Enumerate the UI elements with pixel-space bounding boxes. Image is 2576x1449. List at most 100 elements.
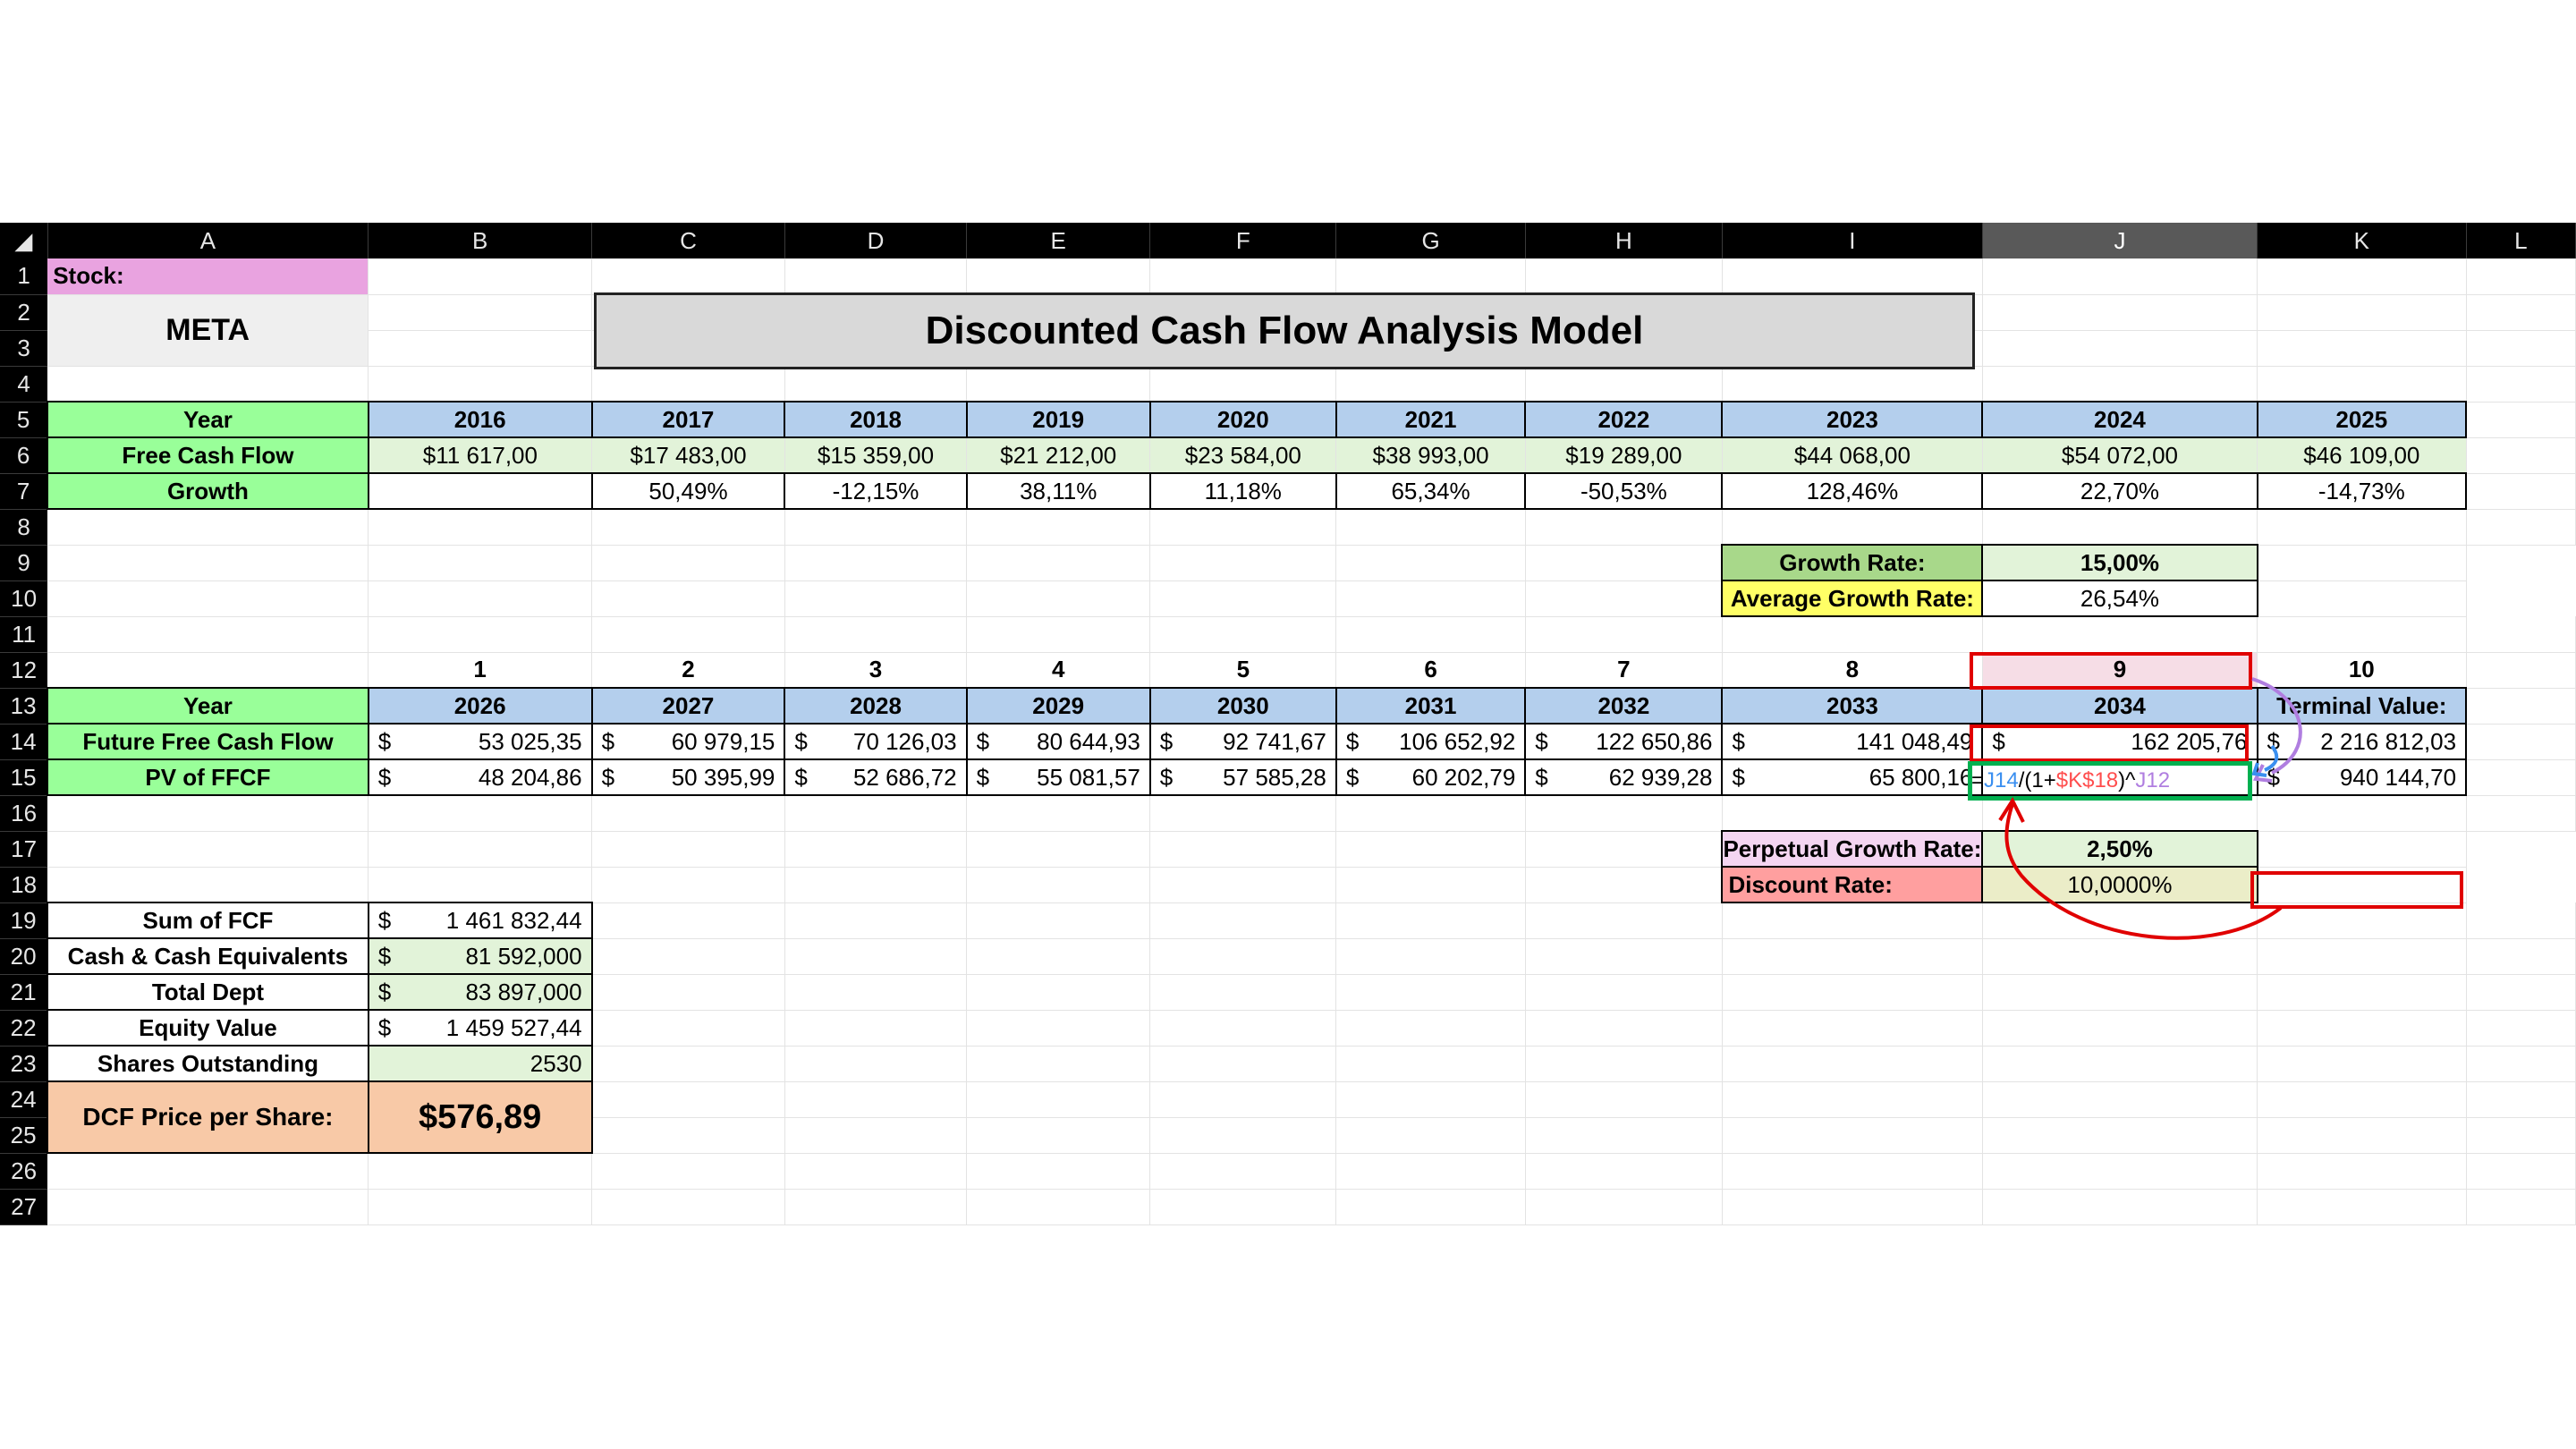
- row-header[interactable]: 20: [0, 938, 48, 975]
- cell[interactable]: [1722, 902, 1983, 939]
- cell[interactable]: [2257, 258, 2467, 295]
- cell[interactable]: [1335, 831, 1526, 868]
- ffcf-cell[interactable]: $60 979,15: [590, 723, 786, 760]
- cell[interactable]: [966, 616, 1151, 653]
- cell[interactable]: [784, 867, 968, 903]
- row-header[interactable]: 16: [0, 795, 48, 832]
- year-cell[interactable]: 2019: [965, 401, 1151, 438]
- cell[interactable]: [1149, 831, 1337, 868]
- year-cell[interactable]: 2020: [1148, 401, 1337, 438]
- cell[interactable]: [1335, 616, 1526, 653]
- cell[interactable]: [368, 616, 593, 653]
- terminal-value-label[interactable]: Terminal Value:: [2256, 687, 2468, 724]
- fcf-label[interactable]: Free Cash Flow: [47, 436, 369, 474]
- row-header[interactable]: 15: [0, 759, 48, 796]
- cell[interactable]: [2257, 1189, 2467, 1225]
- cell[interactable]: [1335, 1046, 1526, 1082]
- growth-cell[interactable]: 38,11%: [965, 472, 1151, 510]
- cell[interactable]: [1149, 545, 1337, 581]
- fcf-cell[interactable]: $15 359,00: [784, 437, 968, 474]
- cell[interactable]: [1335, 867, 1526, 903]
- cell[interactable]: [784, 902, 968, 939]
- col-header-b[interactable]: B: [368, 223, 593, 258]
- cell[interactable]: [784, 795, 968, 832]
- cell[interactable]: [591, 1153, 785, 1190]
- cell[interactable]: [2257, 1046, 2467, 1082]
- row-header[interactable]: 13: [0, 688, 48, 724]
- cell[interactable]: [1722, 258, 1983, 295]
- growth-cell[interactable]: 11,18%: [1148, 472, 1337, 510]
- period-cell[interactable]: 2: [591, 652, 785, 689]
- growth-rate-label[interactable]: Growth Rate:: [1721, 544, 1984, 581]
- cell[interactable]: [2257, 1081, 2467, 1118]
- cell[interactable]: [2466, 938, 2576, 975]
- cell[interactable]: [2257, 509, 2467, 546]
- year-label[interactable]: Year: [47, 401, 369, 438]
- cell[interactable]: [368, 1153, 593, 1190]
- row-header[interactable]: 2: [0, 294, 48, 331]
- cell[interactable]: [2466, 1081, 2576, 1118]
- cell[interactable]: [1722, 795, 1983, 832]
- cell[interactable]: [1982, 616, 2258, 653]
- cell[interactable]: [1149, 258, 1337, 295]
- cell[interactable]: [1525, 1153, 1723, 1190]
- cell[interactable]: [368, 867, 593, 903]
- fcf-cell[interactable]: $19 289,00: [1525, 437, 1723, 474]
- cell[interactable]: [591, 580, 785, 617]
- cell[interactable]: [1149, 867, 1337, 903]
- cell[interactable]: [966, 1010, 1151, 1046]
- cell[interactable]: [1982, 509, 2258, 546]
- col-header-a[interactable]: A: [47, 223, 369, 258]
- cell[interactable]: [47, 867, 369, 903]
- cell[interactable]: [2466, 1046, 2576, 1082]
- cell[interactable]: [1525, 580, 1723, 617]
- cell[interactable]: [591, 867, 785, 903]
- fcf-cell[interactable]: $46 109,00: [2257, 437, 2467, 474]
- perpetual-growth-value[interactable]: 2,50%: [1981, 830, 2258, 868]
- cell[interactable]: [47, 580, 369, 617]
- cell[interactable]: [1149, 1046, 1337, 1082]
- cell[interactable]: [1982, 294, 2258, 331]
- proj-year-cell[interactable]: 2032: [1524, 687, 1724, 724]
- cell[interactable]: [1722, 509, 1983, 546]
- row-header[interactable]: 7: [0, 473, 48, 510]
- cell[interactable]: [1982, 974, 2258, 1011]
- growth-cell[interactable]: 65,34%: [1335, 472, 1527, 510]
- growth-cell[interactable]: 50,49%: [590, 472, 786, 510]
- year-cell[interactable]: 2016: [367, 401, 593, 438]
- cash-label[interactable]: Cash & Cash Equivalents: [47, 937, 369, 975]
- cell[interactable]: [368, 258, 593, 295]
- cell[interactable]: [47, 795, 369, 832]
- row-header[interactable]: 21: [0, 974, 48, 1011]
- pv-cell[interactable]: $62 939,28: [1524, 758, 1724, 796]
- cell[interactable]: [1722, 616, 1983, 653]
- cell[interactable]: [1722, 1046, 1983, 1082]
- cell[interactable]: [966, 509, 1151, 546]
- cell[interactable]: [1525, 831, 1723, 868]
- cell[interactable]: [2466, 759, 2576, 796]
- cell[interactable]: [1335, 509, 1526, 546]
- cell[interactable]: [368, 795, 593, 832]
- cell[interactable]: [2466, 330, 2576, 367]
- cell[interactable]: [1149, 938, 1337, 975]
- cell[interactable]: [1149, 1153, 1337, 1190]
- cell[interactable]: [368, 509, 593, 546]
- cell[interactable]: [591, 938, 785, 975]
- col-header-l[interactable]: L: [2466, 223, 2576, 258]
- cell[interactable]: [1149, 1010, 1337, 1046]
- cell[interactable]: [1149, 1117, 1337, 1154]
- stock-label[interactable]: Stock:: [47, 258, 369, 295]
- pv-cell[interactable]: $48 204,86: [367, 758, 593, 796]
- pv-label[interactable]: PV of FFCF: [47, 758, 369, 796]
- ffcf-cell[interactable]: $92 741,67: [1148, 723, 1337, 760]
- cell[interactable]: [966, 902, 1151, 939]
- cell[interactable]: [1722, 1153, 1983, 1190]
- cell[interactable]: [966, 867, 1151, 903]
- row-header[interactable]: 27: [0, 1189, 48, 1225]
- cell[interactable]: [2257, 831, 2467, 868]
- cell[interactable]: [1722, 366, 1983, 402]
- cell[interactable]: [784, 938, 968, 975]
- period-cell[interactable]: 6: [1335, 652, 1526, 689]
- cell[interactable]: [966, 938, 1151, 975]
- cell[interactable]: [966, 580, 1151, 617]
